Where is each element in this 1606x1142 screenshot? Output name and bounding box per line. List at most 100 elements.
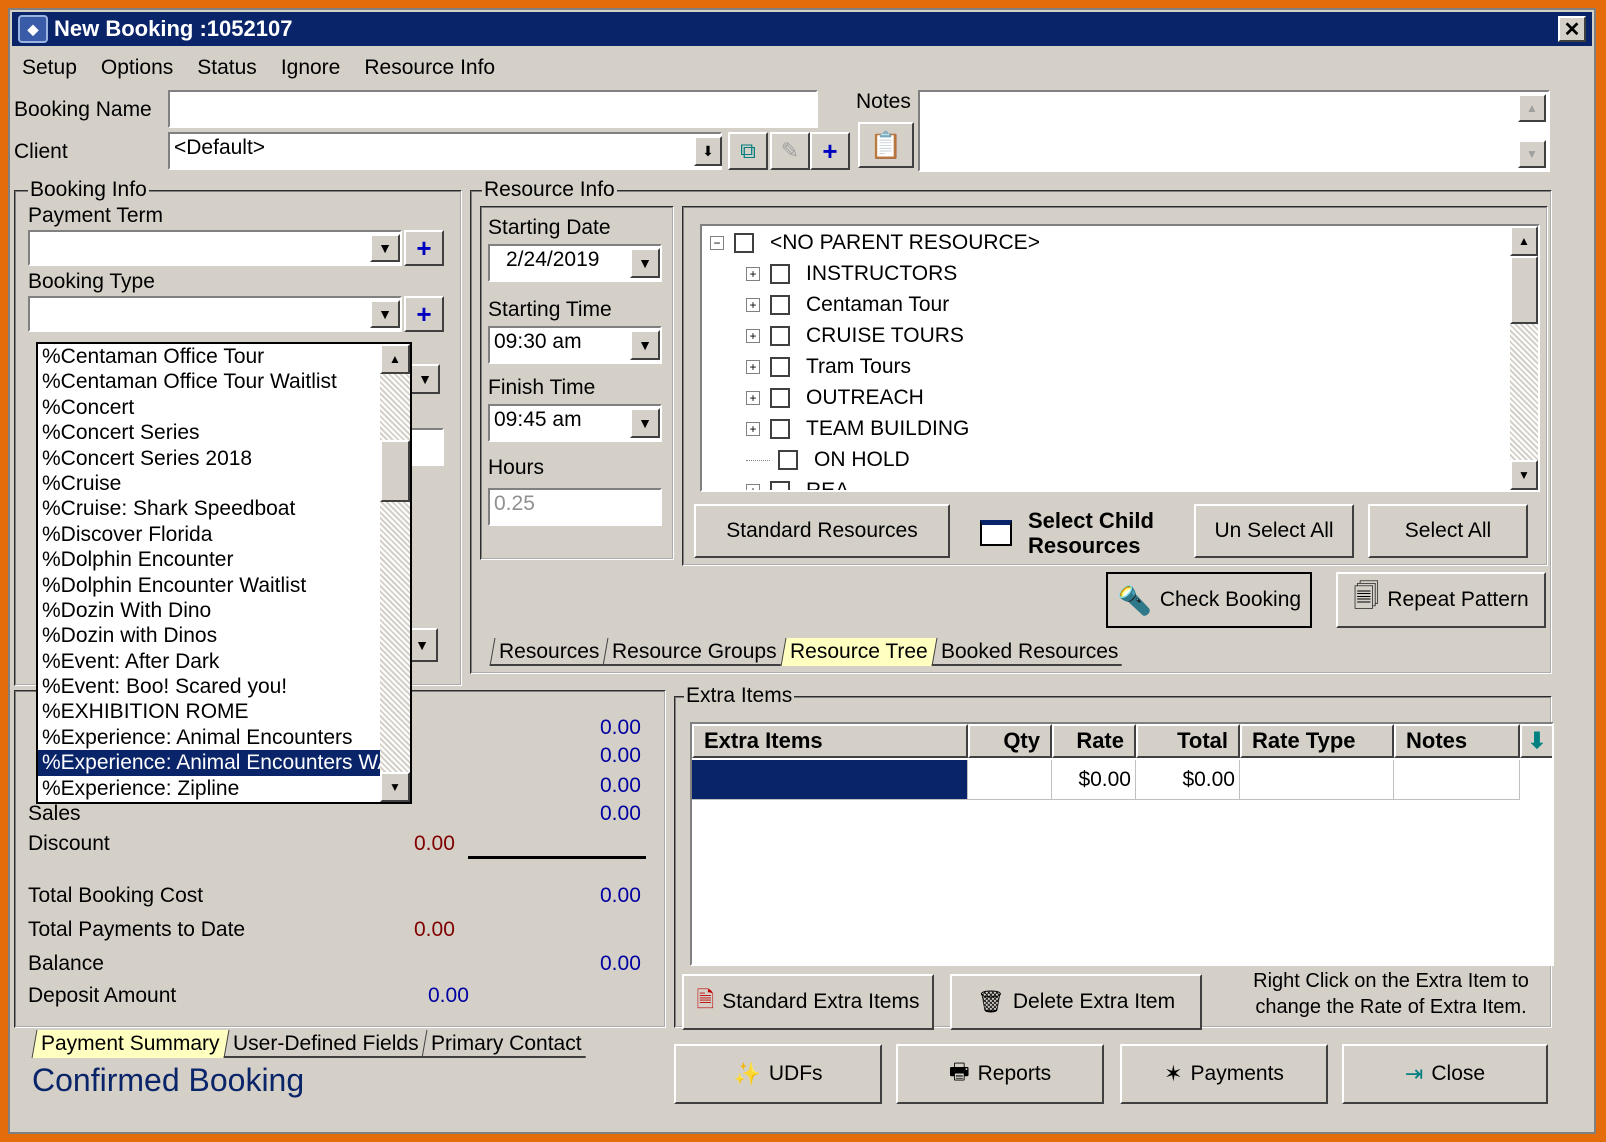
tree-item[interactable]: + OUTREACH (746, 383, 924, 413)
tree-checkbox[interactable] (770, 326, 790, 346)
expand-icon[interactable]: + (746, 422, 760, 436)
tree-checkbox[interactable] (770, 481, 790, 490)
tree-scroll-up[interactable]: ▲ (1510, 226, 1538, 256)
booking-type-dropdown-button[interactable]: ▼ (370, 300, 400, 328)
tab-resource-groups[interactable]: Resource Groups (602, 638, 786, 666)
expand-icon[interactable]: + (746, 484, 760, 490)
dropdown-option[interactable]: %EXHIBITION ROME (38, 699, 380, 724)
dropdown-option[interactable]: %Concert Series (38, 420, 380, 445)
notes-scroll-down[interactable]: ▼ (1518, 140, 1546, 168)
col-notes[interactable]: Notes (1394, 724, 1520, 758)
notes-copy-button[interactable]: 📋 (858, 122, 914, 168)
cell-rate-type[interactable] (1240, 760, 1394, 800)
repeat-pattern-button[interactable]: 🗐 Repeat Pattern (1336, 572, 1546, 628)
extra-items-grid[interactable]: Extra Items Qty Rate Total Rate Type Not… (690, 722, 1554, 966)
tree-checkbox[interactable] (778, 450, 798, 470)
cell-total[interactable]: $0.00 (1136, 760, 1240, 800)
col-total[interactable]: Total (1136, 724, 1240, 758)
close-window-button[interactable]: ✕ (1558, 16, 1586, 42)
hidden-dropdown-button[interactable]: ▼ (410, 364, 440, 394)
tab-booked-resources[interactable]: Booked Resources (931, 638, 1127, 666)
unselect-all-button[interactable]: Un Select All (1194, 504, 1354, 558)
client-select[interactable]: <Default> (168, 132, 722, 170)
tree-checkbox[interactable] (770, 419, 790, 439)
dropdown-scrollbar[interactable] (380, 344, 410, 802)
dropdown-option[interactable]: %Centaman Office Tour Waitlist (38, 369, 380, 394)
tree-item[interactable]: + TEAM BUILDING (746, 414, 969, 444)
tree-checkbox[interactable] (734, 233, 754, 253)
dropdown-option[interactable]: %Experience: Animal Encounters (38, 725, 380, 750)
col-qty[interactable]: Qty (968, 724, 1052, 758)
starting-time-dropdown-button[interactable]: ▼ (630, 330, 660, 360)
select-all-button[interactable]: Select All (1368, 504, 1528, 558)
expand-icon[interactable]: + (746, 391, 760, 405)
dropdown-option[interactable]: %Event: After Dark (38, 649, 380, 674)
resource-tree[interactable]: − <NO PARENT RESOURCE> + INSTRUCTORS + Cen… (700, 224, 1540, 492)
dropdown-option[interactable]: %Event: Boo! Scared you! (38, 674, 380, 699)
col-extra-items[interactable]: Extra Items (692, 724, 968, 758)
standard-resources-button[interactable]: Standard Resources (694, 504, 950, 558)
booking-type-dropdown-list[interactable]: %Centaman Office Tour %Centaman Office To… (36, 342, 412, 804)
dropdown-option[interactable]: %Dolphin Encounter (38, 547, 380, 572)
title-bar[interactable]: ◆ New Booking :1052107 ✕ (12, 12, 1592, 46)
expand-icon[interactable]: + (746, 298, 760, 312)
collapse-icon[interactable]: − (710, 236, 724, 250)
client-dropdown-button[interactable]: ⬇ (694, 136, 722, 166)
cell-notes[interactable] (1394, 760, 1520, 800)
payments-button[interactable]: ✶ Payments (1120, 1044, 1328, 1104)
tab-user-defined-fields[interactable]: User-Defined Fields (223, 1030, 427, 1058)
starting-date-dropdown-button[interactable]: ▼ (630, 248, 660, 278)
booking-type-select[interactable] (28, 296, 402, 332)
tree-checkbox[interactable] (770, 357, 790, 377)
check-booking-button[interactable]: 🔦 Check Booking (1106, 572, 1312, 628)
dropdown-option[interactable]: %Experience: Zipline (38, 776, 380, 801)
add-payment-term-button[interactable]: + (404, 230, 444, 266)
tree-scroll-thumb[interactable] (1510, 256, 1538, 324)
dropdown-option[interactable]: %Concert Series 2018 (38, 446, 380, 471)
menu-setup[interactable]: Setup (22, 56, 77, 80)
add-client-button[interactable]: + (810, 132, 850, 170)
dropdown-option[interactable]: %Cruise (38, 471, 380, 496)
payment-term-select[interactable] (28, 230, 402, 266)
dropdown-scroll-thumb[interactable] (380, 440, 410, 502)
tree-item[interactable]: + Tram Tours (746, 352, 911, 382)
tree-checkbox[interactable] (770, 264, 790, 284)
reports-button[interactable]: 🖶 Reports (896, 1044, 1104, 1104)
dropdown-option[interactable]: %Discover Florida (38, 522, 380, 547)
col-rate[interactable]: Rate (1052, 724, 1136, 758)
column-chooser-button[interactable]: ⬇ (1520, 724, 1552, 758)
dropdown-scroll-up[interactable]: ▲ (380, 344, 410, 374)
table-row[interactable] (692, 760, 968, 800)
menu-resource-info[interactable]: Resource Info (364, 56, 495, 80)
menu-options[interactable]: Options (101, 56, 173, 80)
tree-item[interactable]: + CRUISE TOURS (746, 321, 964, 351)
dropdown-scroll-down[interactable]: ▼ (380, 772, 410, 802)
expand-icon[interactable]: + (746, 360, 760, 374)
tree-item[interactable]: + INSTRUCTORS (746, 259, 957, 289)
client-search-button[interactable]: ⧉ (728, 132, 768, 170)
cell-rate[interactable]: $0.00 (1052, 760, 1136, 800)
tree-item[interactable]: + Centaman Tour (746, 290, 949, 320)
tab-resources[interactable]: Resources (489, 638, 608, 666)
delete-extra-item-button[interactable]: 🗑 Delete Extra Item (950, 974, 1202, 1030)
menu-ignore[interactable]: Ignore (281, 56, 341, 80)
tree-checkbox[interactable] (770, 388, 790, 408)
col-rate-type[interactable]: Rate Type (1240, 724, 1394, 758)
payment-term-dropdown-button[interactable]: ▼ (370, 234, 400, 262)
close-button[interactable]: ⇥ Close (1342, 1044, 1548, 1104)
udfs-button[interactable]: ✨ UDFs (674, 1044, 882, 1104)
dropdown-option[interactable]: %Concert (38, 395, 380, 420)
tab-primary-contact[interactable]: Primary Contact (421, 1030, 591, 1058)
menu-status[interactable]: Status (197, 56, 257, 80)
dropdown-option[interactable]: %Experience: Animal Encounters WA (38, 749, 381, 777)
tab-payment-summary[interactable]: Payment Summary (31, 1030, 229, 1058)
add-booking-type-button[interactable]: + (404, 296, 444, 332)
expand-icon[interactable]: + (746, 329, 760, 343)
dropdown-option[interactable]: %Cruise: Shark Speedboat (38, 496, 380, 521)
tree-checkbox[interactable] (770, 295, 790, 315)
booking-name-input[interactable] (168, 90, 818, 128)
tab-resource-tree[interactable]: Resource Tree (780, 638, 937, 666)
dropdown-option[interactable]: %Dozin with Dinos (38, 623, 380, 648)
cell-qty[interactable] (968, 760, 1052, 800)
expand-icon[interactable]: + (746, 267, 760, 281)
